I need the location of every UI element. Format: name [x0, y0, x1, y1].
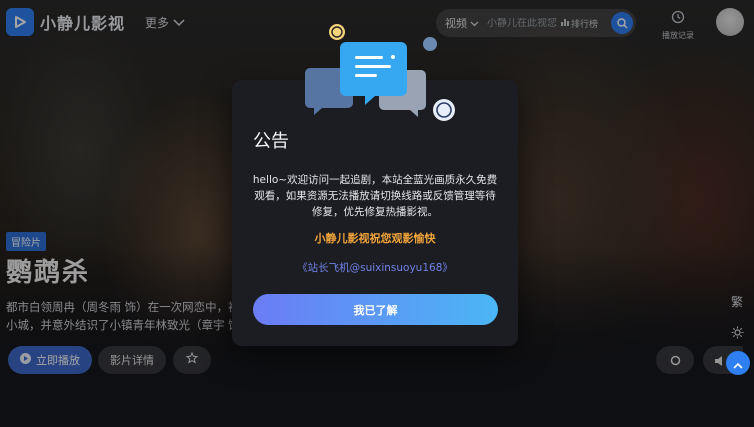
confirm-button[interactable]: 我已了解: [253, 294, 498, 325]
chevron-up-icon: [733, 354, 743, 373]
scroll-top-button[interactable]: [726, 351, 750, 375]
modal-contact: 《站长飞机@suixinsuoyu168》: [297, 262, 453, 274]
modal-title: 公告: [253, 131, 289, 152]
chat-bubbles-illustration: [300, 20, 470, 130]
modal-body: hello~欢迎访问一起追剧，本站全蓝光画质永久免费观看，如果资源无法播放请切换…: [252, 174, 498, 218]
modal-greeting: 小静儿影视祝您观影愉快: [314, 232, 436, 245]
